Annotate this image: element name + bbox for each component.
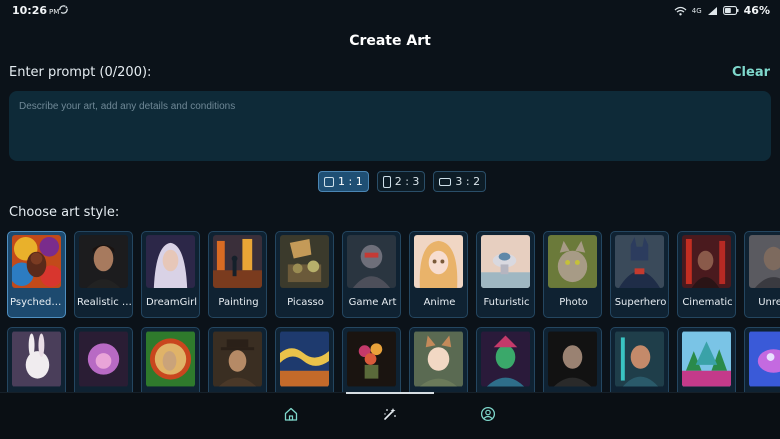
art-style-row: Psychedelic Realistic Portrait DreamGirl… xyxy=(7,231,780,318)
style-thumbnail xyxy=(347,235,396,288)
style-thumbnail xyxy=(548,331,597,387)
style-thumbnail xyxy=(213,331,262,387)
style-thumbnail xyxy=(749,331,780,387)
signal-icon xyxy=(707,6,717,15)
battery-icon xyxy=(722,6,739,15)
style-card-cinematic[interactable]: Cinematic xyxy=(677,231,736,318)
style-thumbnail xyxy=(481,235,530,288)
status-time: 10:26 PM xyxy=(12,4,60,17)
page-title: Create Art xyxy=(349,33,431,49)
ratio-2-3-button[interactable]: 2 : 3 xyxy=(376,171,426,192)
style-thumbnail xyxy=(749,235,780,288)
style-card-unreal[interactable]: Unreal xyxy=(744,231,780,318)
network-type: 4G xyxy=(691,6,702,15)
style-card-superhero[interactable]: Superhero xyxy=(610,231,669,318)
style-card-anime[interactable]: Anime xyxy=(409,231,468,318)
style-card-dreamgirl[interactable]: DreamGirl xyxy=(141,231,200,318)
style-card-game-art[interactable]: Game Art xyxy=(342,231,401,318)
home-icon[interactable] xyxy=(283,406,299,422)
prompt-box xyxy=(9,91,771,161)
style-thumbnail xyxy=(12,235,61,288)
style-card-picasso[interactable]: Picasso xyxy=(275,231,334,318)
style-card-psychedelic[interactable]: Psychedelic xyxy=(7,231,66,318)
clear-button[interactable]: Clear xyxy=(732,65,770,80)
magic-wand-icon[interactable] xyxy=(382,406,398,422)
portrait-icon xyxy=(382,175,391,188)
battery-percent: 46% xyxy=(743,4,770,17)
style-thumbnail xyxy=(146,331,195,387)
aspect-ratio-selector: 1 : 1 2 : 3 3 : 2 xyxy=(318,171,487,192)
prompt-label: Enter prompt (0/200): xyxy=(9,65,152,80)
style-thumbnail xyxy=(682,235,731,288)
style-thumbnail xyxy=(615,235,664,288)
style-card-painting[interactable]: Painting xyxy=(208,231,267,318)
style-thumbnail xyxy=(146,235,195,288)
style-card-futuristic[interactable]: Futuristic xyxy=(476,231,535,318)
style-thumbnail xyxy=(79,235,128,288)
prompt-input[interactable] xyxy=(19,101,761,151)
style-thumbnail xyxy=(12,331,61,387)
landscape-icon xyxy=(439,177,452,186)
status-bar: 10:26 PM 4G 46% xyxy=(0,0,780,22)
style-thumbnail xyxy=(213,235,262,288)
style-thumbnail xyxy=(682,331,731,387)
status-icons: 4G 46% xyxy=(674,3,770,18)
style-thumbnail xyxy=(414,235,463,288)
ratio-1-1-button[interactable]: 1 : 1 xyxy=(318,171,369,192)
art-style-label: Choose art style: xyxy=(9,205,120,220)
profile-icon[interactable] xyxy=(480,406,496,422)
style-thumbnail xyxy=(414,331,463,387)
style-thumbnail xyxy=(79,331,128,387)
sync-icon xyxy=(59,5,68,14)
wifi-icon xyxy=(674,6,687,15)
square-icon xyxy=(324,176,334,187)
style-thumbnail xyxy=(481,331,530,387)
ratio-3-2-button[interactable]: 3 : 2 xyxy=(433,171,487,192)
style-card-photo[interactable]: Photo xyxy=(543,231,602,318)
style-thumbnail xyxy=(280,235,329,288)
style-thumbnail xyxy=(347,331,396,387)
active-tab-indicator xyxy=(346,392,434,394)
style-thumbnail xyxy=(615,331,664,387)
style-thumbnail xyxy=(280,331,329,387)
style-thumbnail xyxy=(548,235,597,288)
style-card-realistic-portrait[interactable]: Realistic Portrait xyxy=(74,231,133,318)
